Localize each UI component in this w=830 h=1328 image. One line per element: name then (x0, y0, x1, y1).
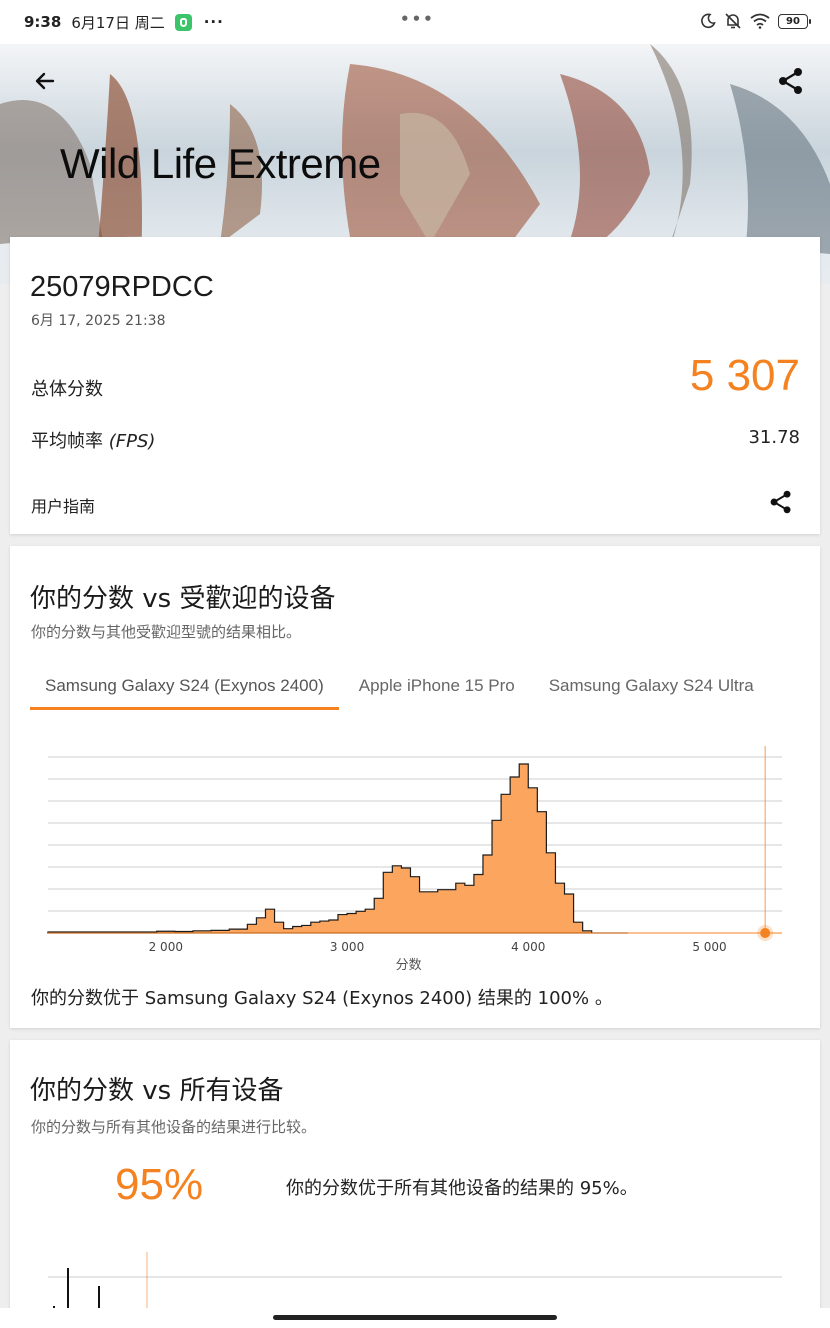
more-notifications-icon: ··· (203, 13, 224, 31)
fps-unit: (FPS) (108, 431, 156, 452)
multiwindow-dots-icon[interactable]: ••• (400, 10, 435, 28)
x-axis-label: 分数 (396, 958, 422, 973)
popular-devices-card: 你的分数 vs 受歡迎的设备 你的分数与其他受歡迎型號的结果相比。 Samsun… (10, 546, 820, 1028)
mute-bell-icon (725, 13, 741, 29)
test-title: Wild Life Extreme (60, 140, 381, 187)
distribution-area (47, 763, 628, 934)
fps-label-text: 平均帧率 (31, 431, 103, 452)
percentile-value: 95% (115, 1160, 204, 1209)
x-tick-labels: 2 000 3 000 4 000 5 000 (149, 940, 727, 954)
status-bar: 9:38 6月17日 周二 ··· ••• 90 (0, 0, 830, 44)
fps-label: 平均帧率 (FPS) (31, 427, 155, 453)
all-devices-chart (48, 1252, 782, 1316)
popular-title: 你的分数 vs 受歡迎的设备 (30, 584, 336, 614)
moon-icon (701, 13, 716, 29)
device-tabs: Samsung Galaxy S24 (Exynos 2400) Apple i… (30, 664, 820, 710)
all-devices-title: 你的分数 vs 所有设备 (30, 1076, 284, 1106)
all-devices-card: 你的分数 vs 所有设备 你的分数与所有其他设备的结果进行比较。 95% 你的分… (10, 1040, 820, 1328)
wifi-icon (750, 13, 770, 29)
popular-subtitle: 你的分数与其他受歡迎型號的结果相比。 (31, 623, 302, 641)
share-icon[interactable] (768, 489, 794, 515)
your-score-marker (760, 928, 771, 938)
status-time: 9:38 (24, 13, 62, 31)
battery-icon: 90 (778, 13, 811, 29)
popular-caption: 你的分数优于 Samsung Galaxy S24 (Exynos 2400) … (31, 988, 613, 1009)
run-date: 6月 17, 2025 21:38 (31, 313, 166, 329)
all-devices-subtitle: 你的分数与所有其他设备的结果进行比较。 (31, 1118, 317, 1136)
overall-score-value: 5 307 (689, 351, 800, 400)
app-notification-icon (174, 13, 192, 31)
back-button[interactable] (30, 66, 60, 96)
user-guide-link[interactable]: 用户指南 (31, 493, 95, 517)
fps-value: 31.78 (748, 427, 800, 448)
tab-iphone-15-pro[interactable]: Apple iPhone 15 Pro (344, 664, 530, 710)
x-tick-label: 4 000 (511, 940, 545, 954)
percentile-caption: 你的分数优于所有其他设备的结果的 95%。 (286, 1178, 638, 1199)
device-name: 25079RPDCC (30, 271, 214, 303)
home-gesture-handle[interactable] (273, 1315, 557, 1320)
overall-score-label: 总体分数 (31, 379, 103, 400)
tab-galaxy-s24-ultra[interactable]: Samsung Galaxy S24 Ultra (534, 664, 769, 710)
result-card: 25079RPDCC 6月 17, 2025 21:38 总体分数 5 307 … (10, 237, 820, 534)
x-tick-label: 5 000 (692, 940, 726, 954)
score-distribution-chart: 2 000 3 000 4 000 5 000 分数 (47, 746, 782, 973)
status-date: 6月17日 周二 (71, 13, 165, 32)
x-tick-label: 3 000 (330, 940, 364, 954)
tab-galaxy-s24-exynos[interactable]: Samsung Galaxy S24 (Exynos 2400) (30, 664, 339, 710)
share-icon[interactable] (776, 66, 806, 96)
x-tick-label: 2 000 (149, 940, 183, 954)
arrow-left-icon (35, 72, 55, 90)
